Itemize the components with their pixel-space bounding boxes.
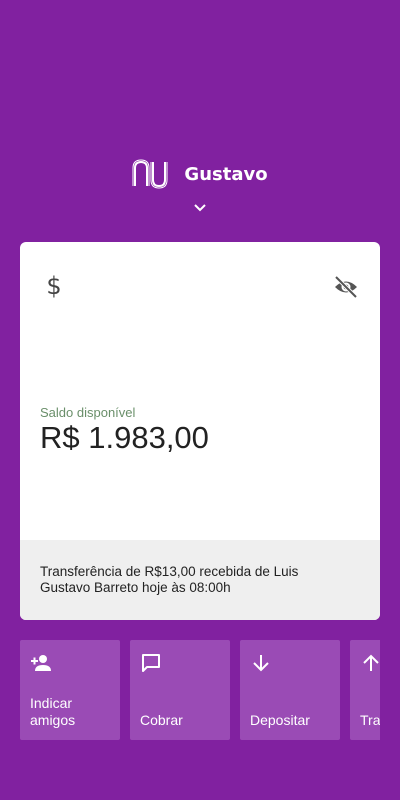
nubank-logo: [132, 159, 168, 189]
chat-icon: [142, 654, 160, 672]
person-add-icon: [31, 655, 51, 671]
user-name: Gustavo: [184, 163, 268, 185]
arrow-down-icon: [253, 655, 269, 672]
action-depositar[interactable]: Depositar: [240, 640, 340, 740]
svg-text:$: $: [46, 272, 61, 300]
action-label: Transferir: [360, 712, 380, 728]
recent-activity[interactable]: Transferência de R$13,00 recebida de Lui…: [20, 540, 380, 620]
action-cobrar[interactable]: Cobrar: [130, 640, 230, 740]
action-transferir[interactable]: Transferir: [350, 640, 380, 740]
eye-off-icon[interactable]: [333, 274, 359, 300]
balance-label: Saldo disponível: [40, 405, 136, 420]
actions-carousel[interactable]: Indicar amigos Cobrar Depositar Transfer…: [20, 640, 380, 740]
action-indicar-amigos[interactable]: Indicar amigos: [20, 640, 120, 740]
header: Gustavo: [0, 158, 400, 190]
recent-activity-text: Transferência de R$13,00 recebida de Lui…: [40, 564, 299, 595]
chevron-down-icon[interactable]: [192, 202, 208, 214]
arrow-up-icon: [363, 654, 379, 671]
action-label: Cobrar: [140, 712, 183, 728]
balance-value: R$ 1.983,00: [40, 420, 209, 455]
action-label: Indicar amigos: [30, 695, 76, 728]
dollar-icon: $: [46, 272, 61, 300]
action-label: Depositar: [250, 712, 310, 728]
